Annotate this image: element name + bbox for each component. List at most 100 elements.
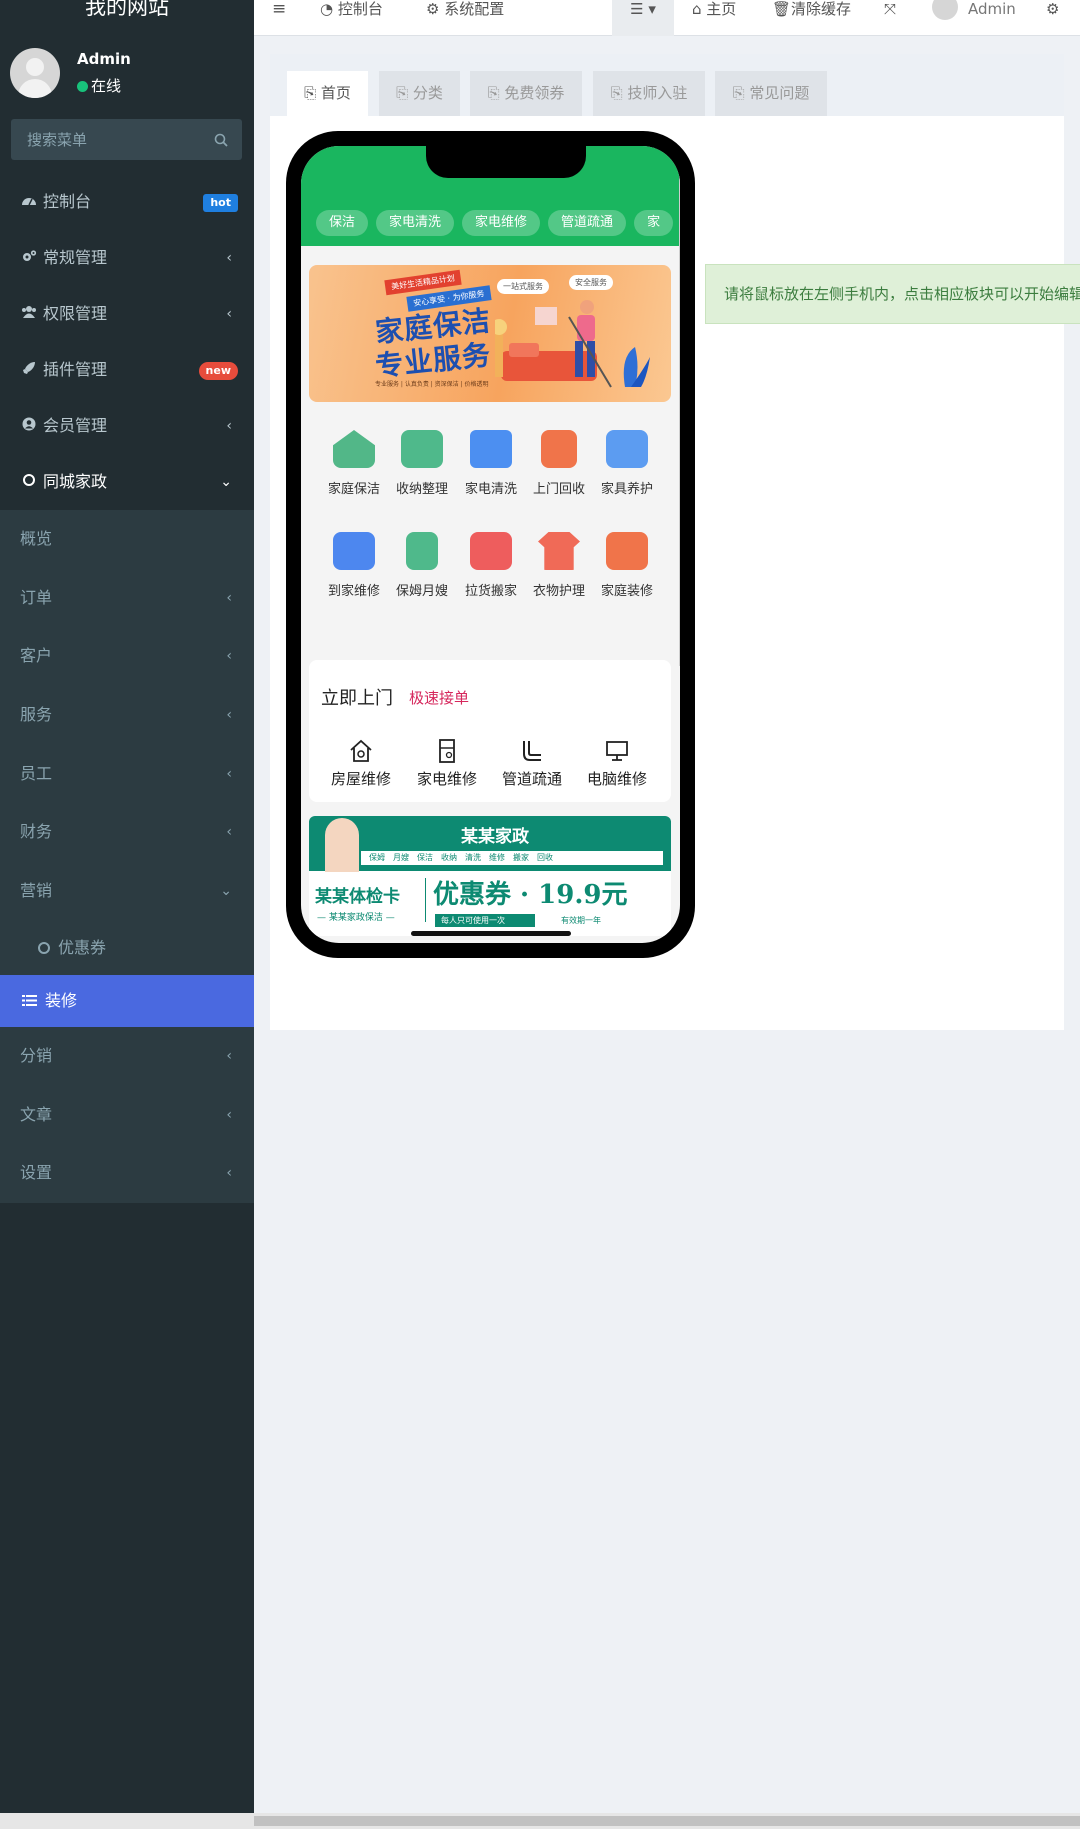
promo-coupon: 优惠券 · 19.9元	[433, 880, 628, 910]
quick-item[interactable]: 管道疏通	[492, 738, 572, 789]
grid-label: 家庭装修	[600, 584, 653, 599]
tab-home[interactable]: ⎘ 首页	[287, 71, 368, 116]
card-title: 立即上门	[321, 688, 393, 709]
tab-free-coupon[interactable]: ⎘ 免费领券	[470, 71, 582, 116]
tab-faq[interactable]: ⎘ 常见问题	[715, 71, 827, 116]
home-indicator	[411, 931, 571, 936]
tab-category[interactable]: ⎘ 分类	[379, 71, 460, 116]
category-chip[interactable]: 家电维修	[462, 210, 541, 236]
sidebar-item-decoration[interactable]: 装修	[0, 974, 254, 1027]
fullscreen-icon[interactable]: ⤧	[884, 0, 896, 18]
sidebar-item-articles[interactable]: 文章 ‹	[0, 1086, 254, 1145]
category-chip[interactable]: 管道疏通	[548, 210, 627, 236]
grid-item[interactable]: 收纳整理	[387, 430, 457, 497]
sidebar-item-orders[interactable]: 订单 ‹	[0, 569, 254, 628]
sidebar-item-general[interactable]: 常规管理 ‹	[0, 230, 254, 286]
sidebar-item-finance[interactable]: 财务 ‹	[0, 803, 254, 862]
avatar[interactable]	[932, 0, 958, 20]
hamburger-icon[interactable]: ≡	[272, 0, 286, 18]
chevron-left-icon: ‹	[226, 707, 232, 724]
chevron-left-icon: ‹	[226, 418, 232, 434]
sidebar-item-label: 分销	[20, 1045, 53, 1065]
list-icon: ☰ ▾	[630, 0, 656, 18]
status-label: 在线	[91, 77, 122, 95]
chevron-left-icon: ‹	[226, 1106, 232, 1123]
monitor-icon	[577, 738, 657, 768]
sidebar-item-label: 会员管理	[43, 416, 108, 435]
brand-title[interactable]: 我的网站	[0, 0, 254, 20]
card-subtitle: 极速接单	[409, 689, 470, 707]
nav-sysconfig[interactable]: ⚙ 系统配置	[426, 0, 504, 18]
nav-clear-cache[interactable]: 🗑清除缓存	[772, 0, 851, 18]
circle-icon	[38, 941, 50, 954]
sidebar-item-settings[interactable]: 设置 ‹	[0, 1144, 254, 1203]
multitab-toggle[interactable]: ☰ ▾	[612, 0, 674, 36]
sidebar-item-plugins[interactable]: 插件管理 new	[0, 342, 254, 398]
edit-hint-alert: 请将鼠标放在左侧手机内，点击相应板块可以开始编辑	[705, 264, 1080, 324]
scrollbar-thumb[interactable]	[254, 1816, 1080, 1826]
promo-brand: 某某家政	[461, 827, 529, 847]
sidebar-item-customers[interactable]: 客户 ‹	[0, 627, 254, 686]
tab-technician[interactable]: ⎘ 技师入驻	[593, 71, 705, 116]
quick-item[interactable]: 家电维修	[407, 738, 487, 789]
house-outline-icon	[321, 738, 401, 768]
chevron-left-icon: ‹	[226, 1047, 232, 1064]
chevron-left-icon: ‹	[226, 648, 232, 665]
gear-icon: ⚙	[426, 0, 445, 18]
sidebar-item-staff[interactable]: 员工 ‹	[0, 745, 254, 804]
category-chip[interactable]: 保洁	[316, 210, 369, 236]
horizontal-scrollbar[interactable]	[0, 1813, 1080, 1829]
search-icon[interactable]	[214, 132, 228, 151]
sidebar-item-services[interactable]: 服务 ‹	[0, 686, 254, 745]
nav-admin[interactable]: Admin	[968, 0, 1016, 18]
promo-header: 某某家政 保姆 月嫂 保洁 收纳 清洗 维修 搬家 回收	[309, 816, 671, 871]
phone-screen[interactable]: 保洁 家电清洗 家电维修 管道疏通家 美好生活精品计划 安心享受 · 为你服务 家庭保…	[301, 146, 680, 943]
grid-item[interactable]: 家具养护	[592, 430, 662, 497]
quick-label: 房屋维修	[330, 770, 391, 788]
nav-console[interactable]: ◔ 控制台	[320, 0, 383, 18]
quick-item[interactable]: 电脑维修	[577, 738, 657, 789]
sidebar-item-label: 常规管理	[43, 248, 108, 267]
grid-item[interactable]: 到家维修	[319, 532, 389, 599]
promo-card-name: 某某体检卡	[315, 887, 400, 907]
sidebar-item-marketing[interactable]: 营销 ⌄	[0, 862, 254, 921]
sidebar-item-label: 优惠券	[58, 937, 107, 957]
category-chip[interactable]: 家电清洗	[376, 210, 455, 236]
sidebar-item-members[interactable]: 会员管理 ‹	[0, 398, 254, 454]
grid-item[interactable]: 拉货搬家	[456, 532, 526, 599]
chevron-left-icon: ‹	[226, 250, 232, 266]
sidebar-item-distribution[interactable]: 分销 ‹	[0, 1027, 254, 1086]
banner[interactable]: 美好生活精品计划 安心享受 · 为你服务 家庭保洁 专业服务 一站式服务 安全服…	[309, 265, 671, 402]
grid-item[interactable]: 家庭装修	[592, 532, 662, 599]
search-input[interactable]	[11, 119, 211, 160]
toolbox-icon	[333, 532, 375, 570]
sidebar-item-overview[interactable]: 概览	[0, 510, 254, 569]
cogs-icon[interactable]: ⚙	[1046, 0, 1059, 18]
category-chip[interactable]: 家	[634, 210, 674, 236]
sidebar-item-permissions[interactable]: 权限管理 ‹	[0, 286, 254, 342]
banner-footer: 专业服务 | 认真负责 | 资深保洁 | 价格透明	[375, 381, 489, 388]
bottle-icon	[406, 532, 438, 570]
sidebar-item-label: 服务	[20, 705, 53, 725]
quick-label: 家电维修	[416, 770, 477, 788]
grid-item[interactable]: 上门回收	[524, 430, 594, 497]
nav-label: 控制台	[337, 0, 383, 18]
sidebar-item-housekeeping[interactable]: 同城家政 ⌄	[0, 454, 254, 510]
sidebar-item-dashboard[interactable]: 控制台 hot	[0, 174, 254, 230]
banner-bubble: 安全服务	[569, 275, 613, 290]
sidebar: 我的网站 Admin 在线 控制台 hot 常规管理 ‹ 权限管理 ‹	[0, 0, 254, 1813]
grid-item[interactable]: 家庭保洁	[319, 430, 389, 497]
menu-search	[11, 119, 242, 160]
sidebar-item-label: 控制台	[43, 192, 92, 211]
grid-item[interactable]: 衣物护理	[524, 532, 594, 599]
file-code-icon: ⎘	[396, 84, 409, 102]
grid-item[interactable]: 家电清洗	[456, 430, 526, 497]
cleaner-illustration	[495, 300, 650, 388]
sidebar-item-coupons[interactable]: 优惠券	[0, 921, 254, 975]
quick-item[interactable]: 房屋维修	[321, 738, 401, 789]
nav-home[interactable]: ⌂ 主页	[692, 0, 736, 18]
grid-label: 到家维修	[327, 584, 380, 599]
promo-banner[interactable]: 某某家政 保姆 月嫂 保洁 收纳 清洗 维修 搬家 回收 某某体检卡 — 某某家…	[309, 816, 671, 936]
grid-item[interactable]: 保姆月嫂	[387, 532, 457, 599]
chevron-left-icon: ‹	[226, 589, 232, 606]
